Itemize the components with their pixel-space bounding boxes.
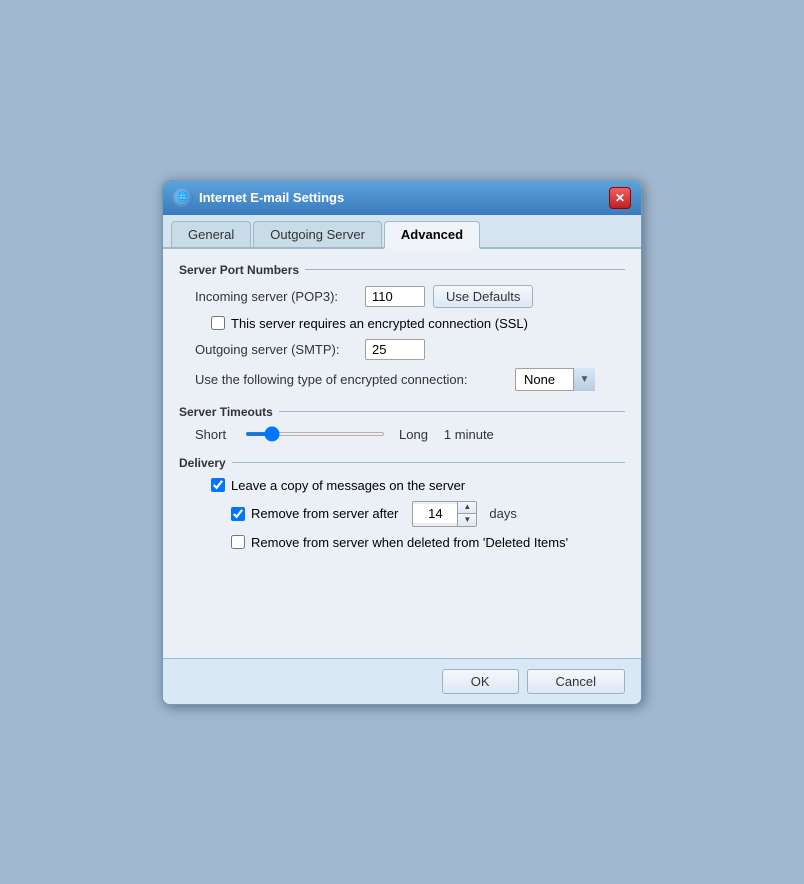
tab-outgoing-server[interactable]: Outgoing Server [253, 221, 382, 247]
close-button[interactable]: ✕ [609, 187, 631, 209]
incoming-server-input[interactable] [365, 286, 425, 307]
spinner-buttons: ▲ ▼ [457, 502, 476, 526]
encrypted-select-wrapper: None SSL TLS Auto ▼ [515, 368, 595, 391]
server-port-numbers-section: Server Port Numbers Incoming server (POP… [179, 263, 625, 391]
spinner-up-button[interactable]: ▲ [458, 502, 476, 514]
leave-copy-label: Leave a copy of messages on the server [231, 478, 465, 493]
tab-general[interactable]: General [171, 221, 251, 247]
spinner-down-button[interactable]: ▼ [458, 514, 476, 526]
delivery-section: Delivery Leave a copy of messages on the… [179, 456, 625, 550]
encrypted-connection-row: Use the following type of encrypted conn… [179, 368, 625, 391]
ok-button[interactable]: OK [442, 669, 519, 694]
server-port-numbers-label: Server Port Numbers [179, 263, 625, 277]
encrypted-connection-select[interactable]: None SSL TLS Auto [515, 368, 595, 391]
title-bar-left: 🌐 Internet E-mail Settings [173, 188, 344, 208]
use-defaults-button[interactable]: Use Defaults [433, 285, 533, 308]
dialog-window: 🌐 Internet E-mail Settings ✕ General Out… [162, 180, 642, 705]
remove-deleted-row: Remove from server when deleted from 'De… [179, 535, 625, 550]
remove-deleted-checkbox[interactable] [231, 535, 245, 549]
title-bar: 🌐 Internet E-mail Settings ✕ [163, 181, 641, 215]
timeout-slider-row: Short Long 1 minute [179, 427, 625, 442]
remove-after-row: Remove from server after ▲ ▼ days [179, 501, 625, 527]
days-label: days [489, 506, 516, 521]
ssl-checkbox-label: This server requires an encrypted connec… [231, 316, 528, 331]
leave-copy-row: Leave a copy of messages on the server [179, 478, 625, 493]
encrypted-connection-label: Use the following type of encrypted conn… [195, 372, 515, 387]
remove-after-checkbox[interactable] [231, 507, 245, 521]
days-spinner: ▲ ▼ [412, 501, 477, 527]
incoming-server-row: Incoming server (POP3): Use Defaults [179, 285, 625, 308]
ssl-checkbox[interactable] [211, 316, 225, 330]
dialog-footer: OK Cancel [163, 658, 641, 704]
remove-after-label: Remove from server after [251, 506, 398, 521]
spacer [179, 564, 625, 644]
outgoing-server-row: Outgoing server (SMTP): [179, 339, 625, 360]
days-input[interactable] [413, 504, 457, 523]
tab-bar: General Outgoing Server Advanced [163, 215, 641, 249]
app-icon: 🌐 [173, 188, 193, 208]
server-timeouts-label: Server Timeouts [179, 405, 625, 419]
short-label: Short [195, 427, 235, 442]
window-title: Internet E-mail Settings [199, 190, 344, 205]
incoming-server-label: Incoming server (POP3): [195, 289, 365, 304]
leave-copy-checkbox[interactable] [211, 478, 225, 492]
outgoing-server-input[interactable] [365, 339, 425, 360]
timeout-value: 1 minute [444, 427, 494, 442]
remove-deleted-label: Remove from server when deleted from 'De… [251, 535, 568, 550]
tab-content: Server Port Numbers Incoming server (POP… [163, 249, 641, 658]
long-label: Long [399, 427, 428, 442]
server-timeouts-section: Server Timeouts Short Long 1 minute [179, 405, 625, 442]
cancel-button[interactable]: Cancel [527, 669, 625, 694]
timeout-slider[interactable] [245, 432, 385, 436]
outgoing-server-label: Outgoing server (SMTP): [195, 342, 365, 357]
tab-advanced[interactable]: Advanced [384, 221, 480, 249]
delivery-label: Delivery [179, 456, 625, 470]
ssl-checkbox-row: This server requires an encrypted connec… [179, 316, 625, 331]
